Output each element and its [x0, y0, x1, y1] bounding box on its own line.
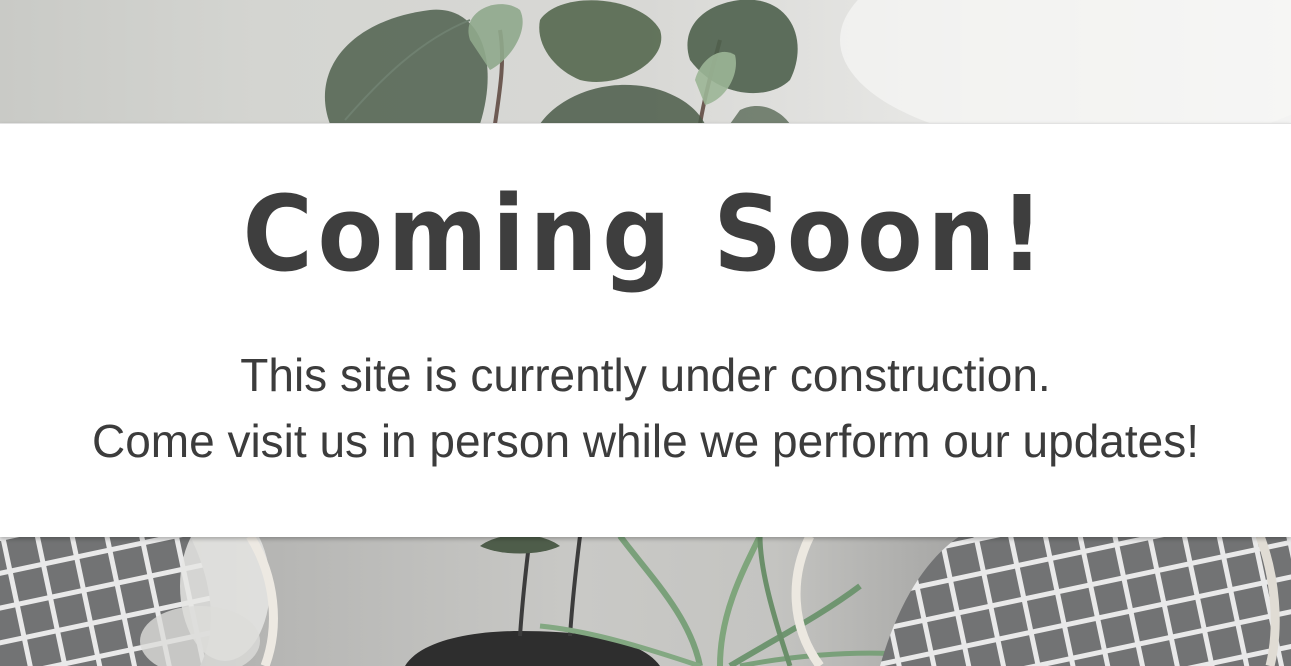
- page-title: Coming Soon!: [242, 173, 1049, 295]
- visit-message: Come visit us in person while we perform…: [91, 415, 1200, 467]
- coming-soon-page: Coming Soon! This site is currently unde…: [0, 0, 1291, 666]
- coming-soon-banner: Coming Soon! This site is currently unde…: [0, 123, 1291, 537]
- top-background-photo: [0, 0, 1291, 124]
- plant-pot-cushions-illustration: [0, 536, 1291, 666]
- bottom-background-photo: [0, 536, 1291, 666]
- plant-leaves-illustration: [325, 0, 1291, 124]
- construction-message: This site is currently under constructio…: [240, 349, 1051, 401]
